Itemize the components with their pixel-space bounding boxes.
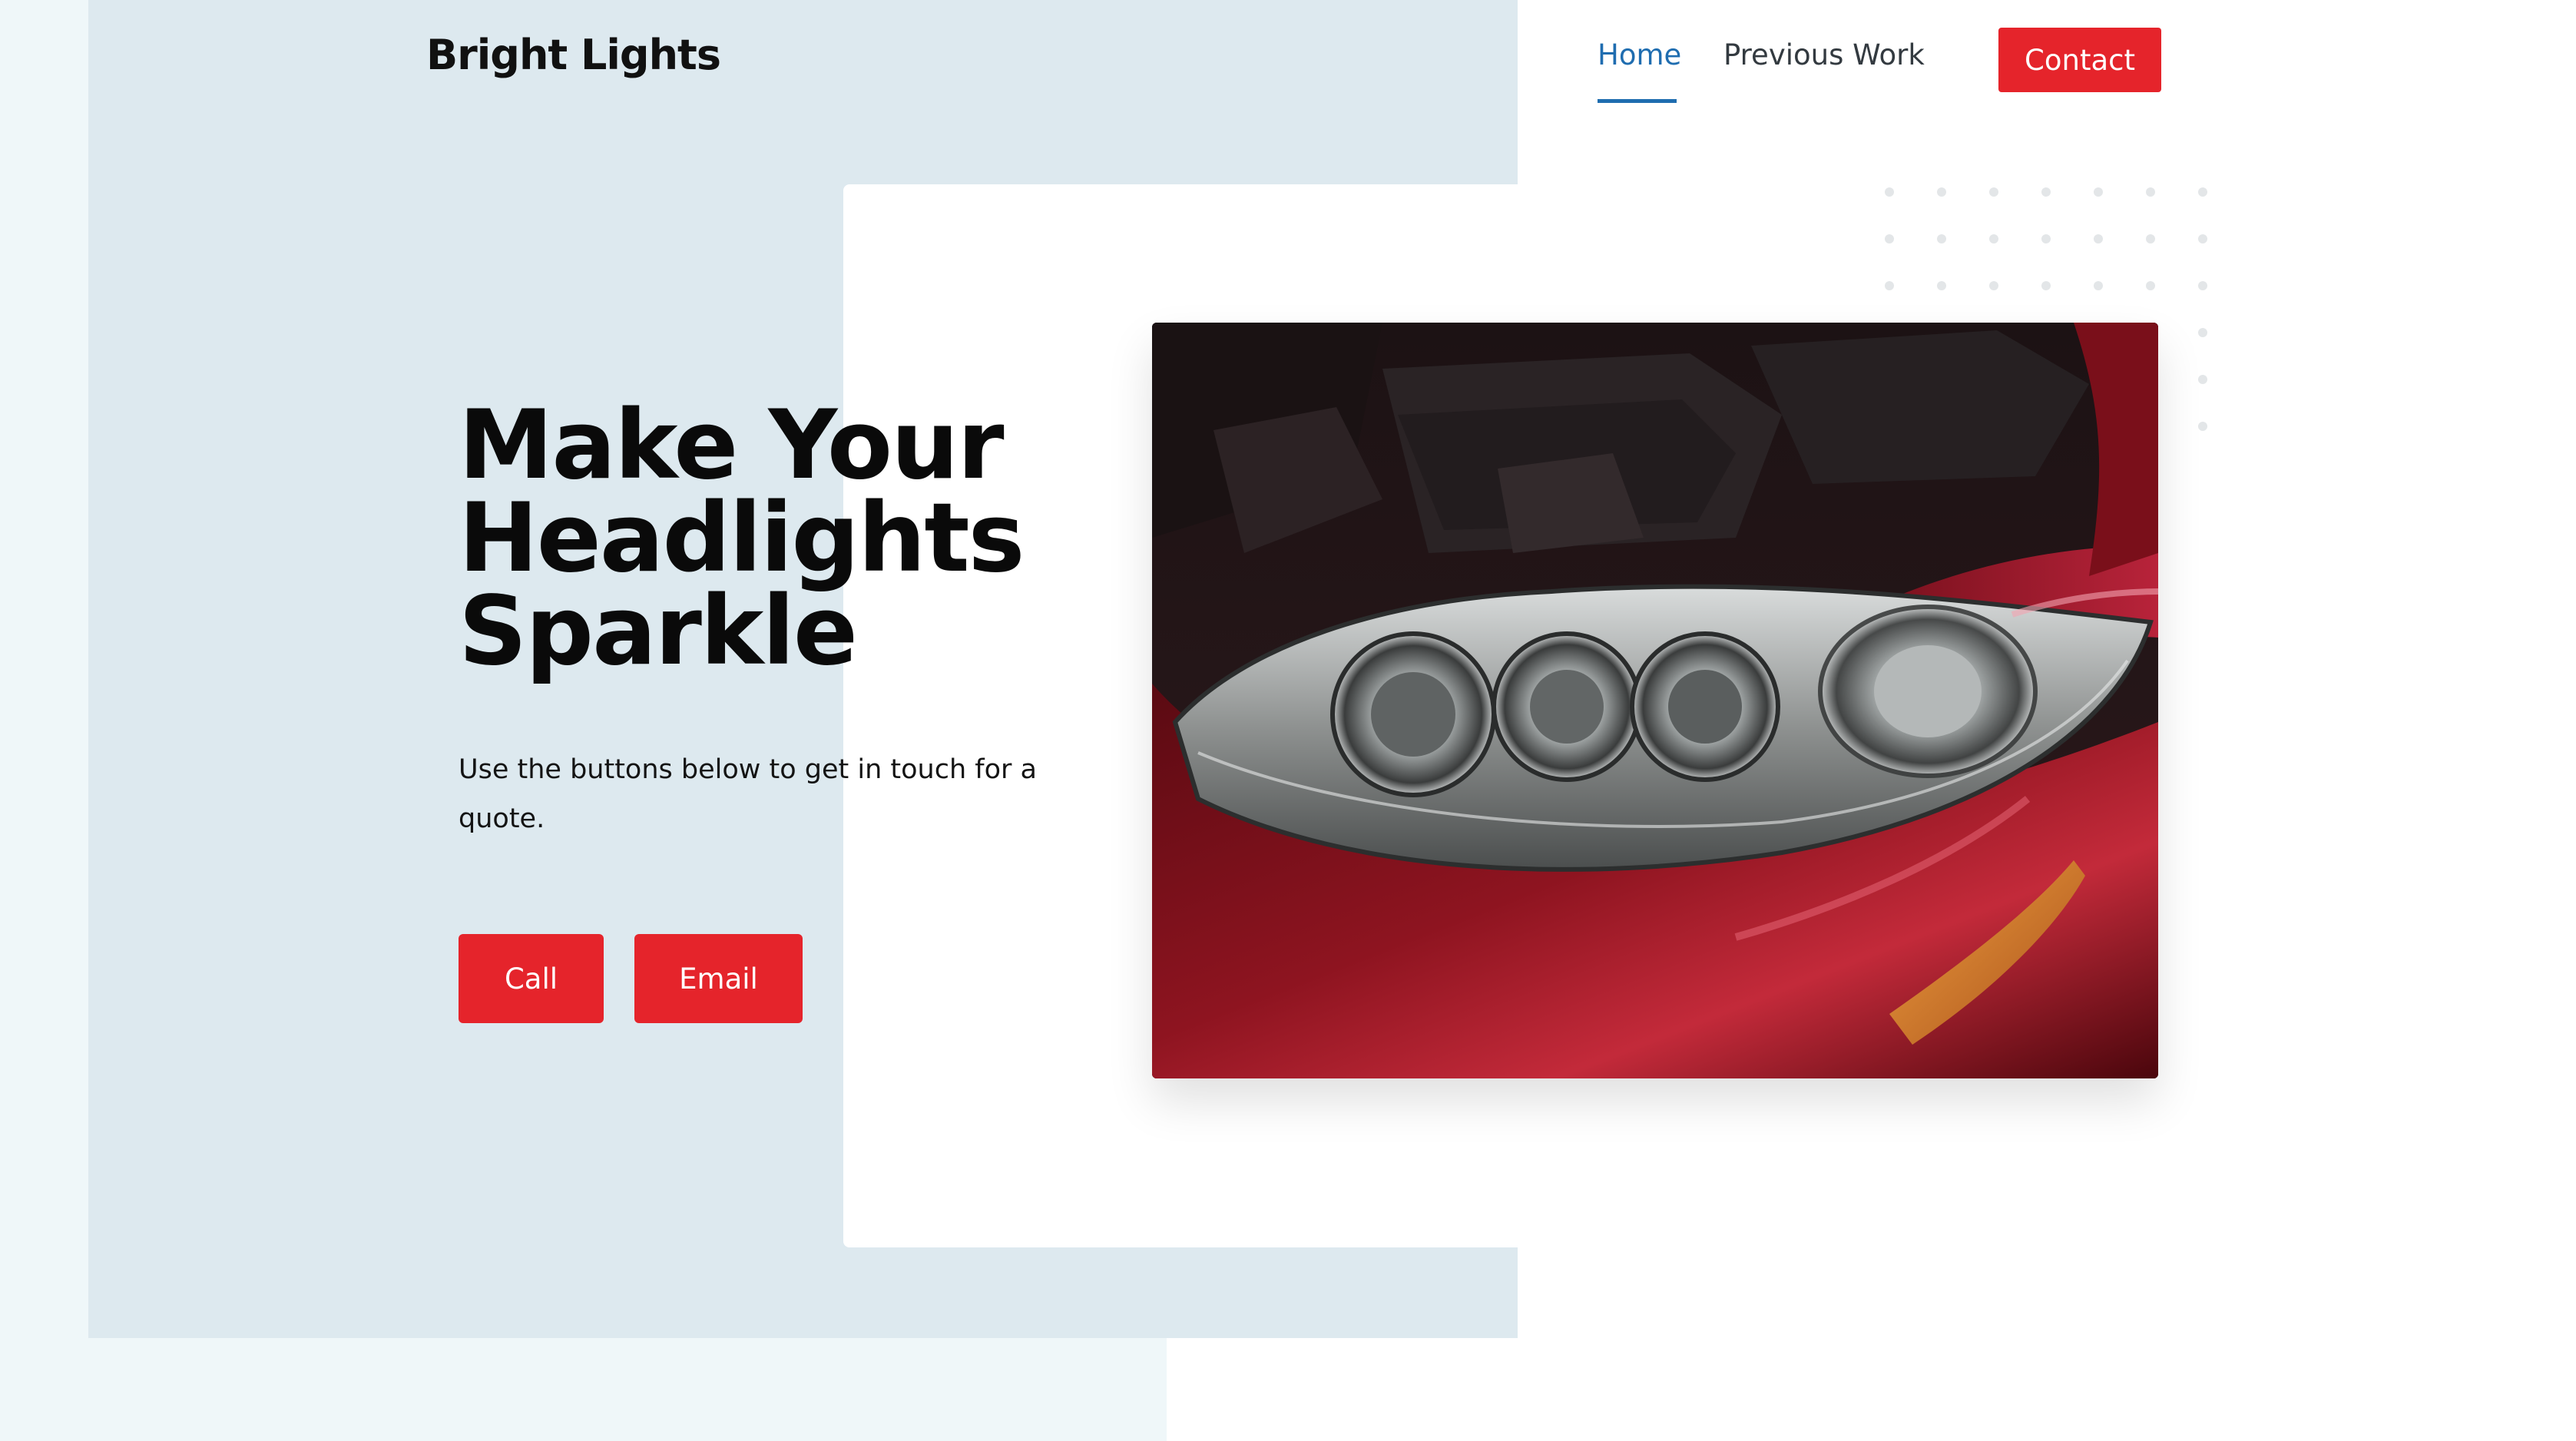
decorative-dot [1989, 187, 1998, 197]
hero-headline-line-3: Sparkle [459, 576, 858, 687]
decorative-dot [2041, 281, 2051, 290]
decorative-dot [1989, 281, 1998, 290]
landing-page: Bright Lights Home Previous Work Contact… [0, 0, 2576, 1441]
decorative-dot [1937, 281, 1946, 290]
decorative-dot [2041, 234, 2051, 243]
decorative-dot [2198, 234, 2207, 243]
hero-subtext: Use the buttons below to get in touch fo… [459, 754, 1037, 834]
nav-link-previous-work[interactable]: Previous Work [1723, 38, 1925, 71]
nav-active-indicator [1598, 99, 1677, 103]
call-button[interactable]: Call [459, 934, 604, 1023]
decorative-dot [2146, 234, 2155, 243]
email-button[interactable]: Email [634, 934, 803, 1023]
hero-headline: Make Your Headlights Sparkle [459, 390, 1150, 687]
decorative-dot [2198, 281, 2207, 290]
decorative-dot [2198, 328, 2207, 337]
decorative-dot [2198, 375, 2207, 384]
decorative-dot [1885, 281, 1894, 290]
hero-headline-line-1: Make Your [459, 390, 1005, 501]
decorative-dot [2146, 281, 2155, 290]
brand-logo[interactable]: Bright Lights [426, 31, 721, 79]
decorative-dot [1885, 187, 1894, 197]
decorative-dot [1937, 234, 1946, 243]
decorative-dot [1989, 234, 1998, 243]
headlight-illustration [1152, 323, 2158, 1078]
decorative-dot [2041, 187, 2051, 197]
nav-link-home[interactable]: Home [1598, 38, 1681, 71]
decorative-dot [1937, 187, 1946, 197]
decorative-dot [2094, 281, 2103, 290]
decorative-dot [2198, 187, 2207, 197]
contact-button[interactable]: Contact [1998, 28, 2161, 92]
decorative-dot [2198, 422, 2207, 431]
decorative-dot [2094, 187, 2103, 197]
decorative-dot [2094, 234, 2103, 243]
decorative-dot [2146, 187, 2155, 197]
hero-photo-red-car-headlight [1152, 323, 2158, 1078]
hero-headline-line-2: Headlights [459, 483, 1025, 594]
background-white-corner [1167, 1338, 1518, 1441]
decorative-dot [1885, 234, 1894, 243]
